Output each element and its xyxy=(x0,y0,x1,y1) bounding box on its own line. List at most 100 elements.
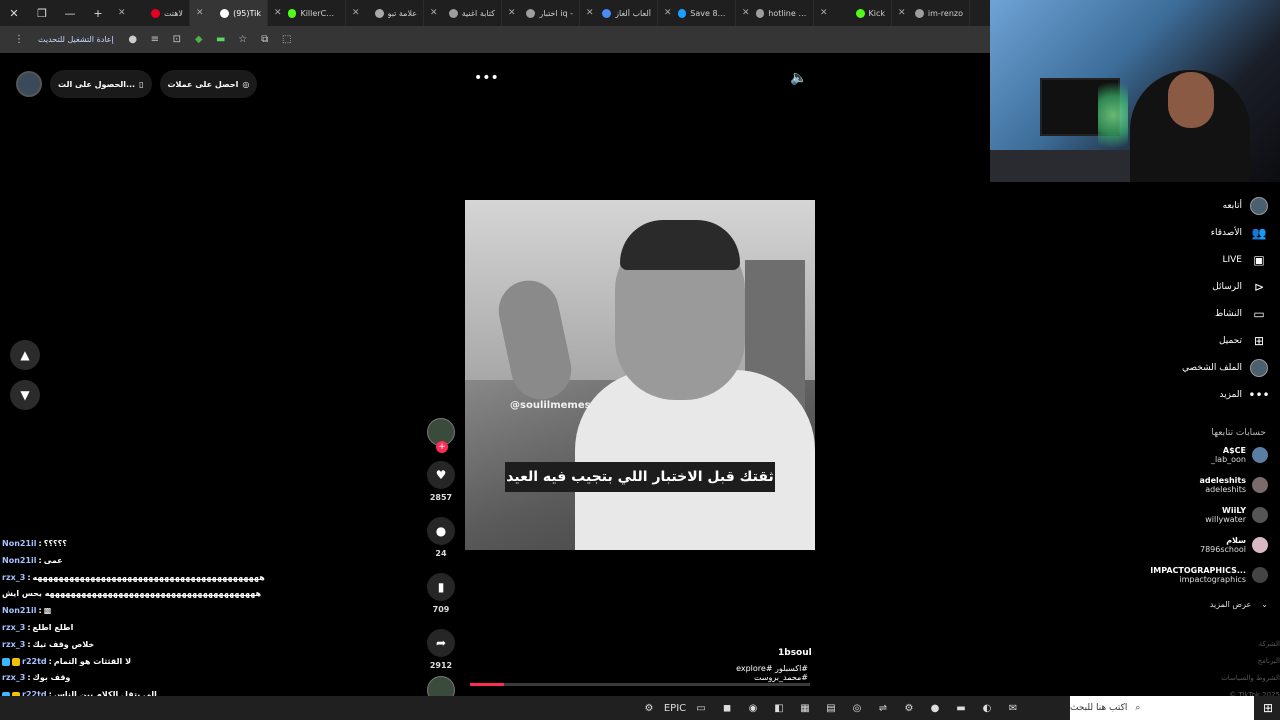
next-video-button[interactable]: ▼ xyxy=(10,380,40,410)
profile-icon[interactable]: ● xyxy=(122,30,144,50)
browser-tab[interactable]: ✕ ألعاب ألغاز xyxy=(580,0,658,26)
see-more-button[interactable]: عرض المزيد ⌄ xyxy=(1150,600,1268,609)
browser-tab[interactable]: ✕ اختبار iq - xyxy=(502,0,580,26)
tab-close-icon[interactable]: ✕ xyxy=(742,8,750,18)
reading-list-icon[interactable]: ≡ xyxy=(144,30,166,50)
taskbar-app-icon[interactable]: EPIC xyxy=(662,696,688,720)
more-options-icon[interactable]: ••• xyxy=(474,70,499,86)
extension-green-icon[interactable]: ▬ xyxy=(210,30,232,50)
browser-tab[interactable]: ✕ كتابة اغنية xyxy=(424,0,502,26)
install-app-icon[interactable]: ⬚ xyxy=(276,30,298,50)
tab-close-icon[interactable]: ✕ xyxy=(664,8,672,18)
sidebar-item[interactable]: الملف الشخصي xyxy=(1140,354,1280,381)
coin-icon: ◎ xyxy=(242,79,250,89)
video-player[interactable]: @soulilmemes ثقتك قبل الاختبار اللي بتجي… xyxy=(465,200,815,550)
taskbar-app-icon[interactable]: ▭ xyxy=(688,696,714,720)
sidebar-item-label: المزيد xyxy=(1219,389,1242,400)
tab-close-icon[interactable]: ✕ xyxy=(820,8,828,18)
tab-close-icon[interactable]: ✕ xyxy=(508,8,516,18)
account-handle: willywater xyxy=(1205,515,1246,525)
get-coins-button[interactable]: احصل على عملات ◎ xyxy=(159,70,258,98)
tab-title: لاهتت xyxy=(163,8,183,18)
footer-link[interactable]: الشروط والسياسات xyxy=(1180,670,1280,687)
video-author[interactable]: 1bsoul xyxy=(778,648,812,658)
taskbar-app-icon[interactable]: ◐ xyxy=(974,696,1000,720)
taskbar-app-icon[interactable]: ◧ xyxy=(766,696,792,720)
following-account[interactable]: adeleshits adeleshits xyxy=(1150,476,1268,494)
comment-icon: ● xyxy=(435,524,447,538)
get-app-button[interactable]: الحصول على الت... ▯ xyxy=(50,70,152,98)
extensions-icon[interactable]: ⊡ xyxy=(166,30,188,50)
taskbar-app-icon[interactable]: ⇌ xyxy=(870,696,896,720)
account-handle: _lab_oon xyxy=(1210,455,1246,465)
window-close-icon[interactable]: ✕ xyxy=(0,0,28,26)
creator-avatar[interactable]: + xyxy=(427,418,455,453)
browser-tab[interactable]: ✕ علامة تبو xyxy=(346,0,424,26)
browser-tab[interactable]: ✕ KillerChar xyxy=(268,0,346,26)
sidebar-item[interactable]: LIVE ▣ xyxy=(1140,246,1280,273)
tab-favicon-icon xyxy=(150,8,160,18)
bookmark-star-icon[interactable]: ☆ xyxy=(232,30,254,50)
window-restore-icon[interactable]: ❐ xyxy=(28,0,56,26)
browser-tab[interactable]: ✕ Save 80% xyxy=(658,0,736,26)
tab-close-icon[interactable]: ✕ xyxy=(586,8,594,18)
following-account[interactable]: IMPACTOGRAPHICS... impactographics xyxy=(1150,566,1268,584)
taskbar-app-icon[interactable]: ◼ xyxy=(714,696,740,720)
window-minimize-icon[interactable]: — xyxy=(56,0,84,26)
tab-close-icon[interactable]: ✕ xyxy=(352,8,360,18)
shield-icon[interactable]: ◆ xyxy=(188,30,210,50)
taskbar-search[interactable]: ⌕ اكتب هنا للبحث xyxy=(1070,696,1254,720)
taskbar-app-icon[interactable]: ▬ xyxy=(948,696,974,720)
tab-close-icon[interactable]: ✕ xyxy=(430,8,438,18)
user-avatar[interactable] xyxy=(16,71,42,97)
save-button[interactable]: ▮ xyxy=(427,573,455,601)
sidebar-item[interactable]: تحميل ⊞ xyxy=(1140,327,1280,354)
chat-text: ؟؟؟؟؟ xyxy=(43,539,67,548)
follow-plus-icon[interactable]: + xyxy=(436,441,448,453)
like-button[interactable]: ♥ xyxy=(427,461,455,489)
share-button[interactable]: ➦ xyxy=(427,629,455,657)
taskbar-app-icon[interactable]: ◎ xyxy=(844,696,870,720)
tab-close-icon[interactable]: ✕ xyxy=(196,8,204,18)
new-tab-button[interactable]: + xyxy=(84,0,112,26)
taskbar-app-icon[interactable]: ⚙ xyxy=(896,696,922,720)
taskbar-app-icon[interactable]: ▤ xyxy=(818,696,844,720)
sidebar-item[interactable]: النشاط ▭ xyxy=(1140,300,1280,327)
volume-icon[interactable]: 🔈 xyxy=(790,70,807,86)
following-account[interactable]: WiiLY willywater xyxy=(1150,506,1268,524)
tab-title: (95)Tik xyxy=(233,8,261,18)
following-account[interactable]: A$CE _lab_oon xyxy=(1150,446,1268,464)
taskbar-app-icon[interactable]: ● xyxy=(922,696,948,720)
sidebar-item-icon: ▭ xyxy=(1253,306,1265,321)
sidebar-item[interactable]: الرسائل ⊳ xyxy=(1140,273,1280,300)
browser-tab[interactable]: ✕ im-renzo xyxy=(892,0,970,26)
comment-button[interactable]: ● xyxy=(427,517,455,545)
taskbar-app-icon[interactable]: ⚙ xyxy=(636,696,662,720)
previous-video-button[interactable]: ▲ xyxy=(10,340,40,370)
footer-link[interactable]: الشركة xyxy=(1180,636,1280,653)
browser-tab[interactable]: ✕ (95)Tik xyxy=(190,0,268,26)
menu-icon[interactable]: ⋮ xyxy=(8,30,30,50)
get-app-label: الحصول على الت... xyxy=(58,79,136,89)
tab-close-icon[interactable]: ✕ xyxy=(118,8,126,18)
video-progress-bar[interactable] xyxy=(470,683,810,686)
tab-close-icon[interactable]: ✕ xyxy=(274,8,282,18)
taskbar-app-icon[interactable]: ✉ xyxy=(1000,696,1026,720)
following-account[interactable]: سلام 7896school xyxy=(1150,536,1268,554)
sidebar-item[interactable]: الأصدقاء 👥 xyxy=(1140,219,1280,246)
tab-close-icon[interactable]: ✕ xyxy=(898,8,906,18)
browser-tab[interactable]: ✕ لاهتت xyxy=(112,0,190,26)
chat-username: Non21il xyxy=(2,555,37,565)
sidebar-item[interactable]: أتابعه xyxy=(1140,192,1280,219)
share-icon[interactable]: ⧉ xyxy=(254,30,276,50)
taskbar-app-icon[interactable]: ▦ xyxy=(792,696,818,720)
webcam-rgb-light xyxy=(1098,70,1128,160)
footer-link[interactable]: البرنامج xyxy=(1180,653,1280,670)
browser-tab[interactable]: ✕ Kick xyxy=(814,0,892,26)
restart-to-update-button[interactable]: إعادة التشغيل للتحديث xyxy=(30,31,122,49)
video-hashtags[interactable]: #اكسبلور #explore #محمد_بروست xyxy=(690,664,808,682)
browser-tab[interactable]: ✕ hotline mi xyxy=(736,0,814,26)
taskbar-app-icon[interactable]: ◉ xyxy=(740,696,766,720)
start-button[interactable]: ⊞ xyxy=(1256,696,1280,720)
sidebar-item[interactable]: المزيد ••• xyxy=(1140,381,1280,408)
